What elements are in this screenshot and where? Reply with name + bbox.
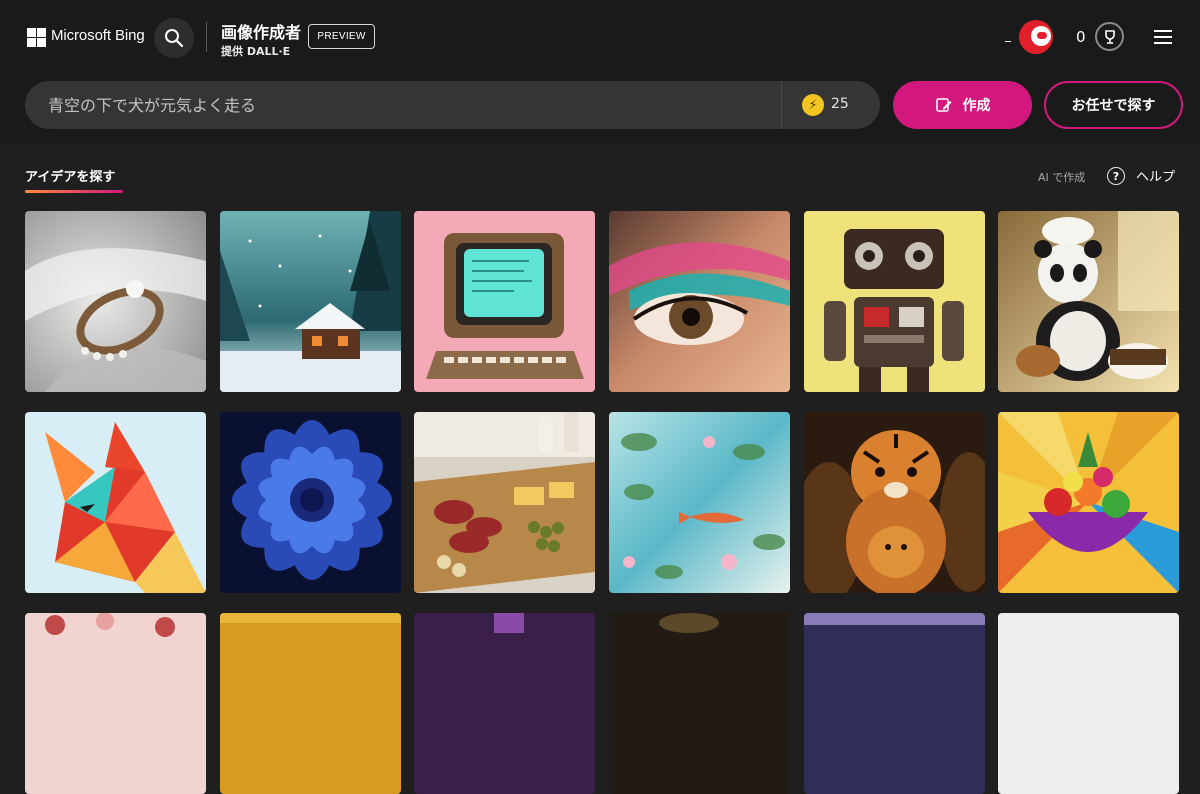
gallery-tile-pearl-ring[interactable]: [25, 211, 206, 392]
gallery-tile-dark[interactable]: [609, 613, 790, 794]
search-icon: [165, 29, 184, 48]
gallery-tile-charcuterie[interactable]: [414, 412, 595, 593]
boost-count: 25: [831, 96, 849, 112]
user-name[interactable]: _: [1005, 28, 1011, 42]
gallery-tile-golden[interactable]: [220, 613, 401, 794]
gallery-tile-robot[interactable]: [804, 211, 985, 392]
trophy-icon: [1104, 29, 1115, 44]
gallery-tile-koi-pond[interactable]: [609, 412, 790, 593]
surprise-label: お任せで探す: [1071, 98, 1156, 114]
gallery-tile-floral[interactable]: [25, 613, 206, 794]
create-button[interactable]: 作成: [893, 81, 1032, 129]
gallery-tile-snowy-cabin[interactable]: [220, 211, 401, 392]
help-icon[interactable]: ?: [1107, 167, 1125, 185]
top-header: Microsoft Bing 画像作成者 提供 DALL·E PREVIEW _…: [0, 0, 1200, 76]
surprise-me-button[interactable]: お任せで探す: [1044, 81, 1183, 129]
ai-creations-link[interactable]: AI で作成: [1038, 169, 1085, 185]
gallery-tile-retro-computer[interactable]: [414, 211, 595, 392]
prompt-box: ⚡ 25: [25, 81, 880, 129]
prompt-divider: [781, 81, 782, 129]
header-divider: [206, 22, 207, 52]
gallery-tile-panda-chef[interactable]: [998, 211, 1179, 392]
provider-label: 提供 DALL·E: [221, 45, 291, 58]
brand-name[interactable]: Microsoft Bing: [51, 27, 145, 44]
gallery-tile-blue-dahlia[interactable]: [220, 412, 401, 593]
search-button[interactable]: [154, 18, 194, 58]
hamburger-menu-icon[interactable]: [1150, 27, 1176, 49]
gallery-tile-tiger-figures[interactable]: [804, 412, 985, 593]
tab-explore-ideas[interactable]: アイデアを探す: [25, 166, 115, 185]
gallery-tile-eye-makeup[interactable]: [609, 211, 790, 392]
boost-icon[interactable]: ⚡: [802, 94, 824, 116]
gallery-tile-fruit-bowl[interactable]: [998, 412, 1179, 593]
gallery-tile-purple-haze[interactable]: [804, 613, 985, 794]
active-tab-underline: [25, 190, 123, 193]
rewards-button[interactable]: [1095, 22, 1124, 51]
pen-icon: [935, 98, 951, 112]
gallery-tile-violet[interactable]: [414, 613, 595, 794]
create-label: 作成: [962, 98, 991, 114]
microsoft-logo-icon[interactable]: [27, 28, 46, 47]
gallery-tile-paper-wolf[interactable]: [25, 412, 206, 593]
app-title[interactable]: 画像作成者: [221, 19, 301, 43]
avatar[interactable]: [1019, 20, 1053, 54]
preview-badge: PREVIEW: [308, 24, 375, 49]
gallery-tile-light[interactable]: [998, 613, 1179, 794]
reward-count[interactable]: 0: [1076, 28, 1086, 46]
prompt-input[interactable]: [46, 81, 776, 129]
help-link[interactable]: ヘルプ: [1136, 166, 1175, 185]
